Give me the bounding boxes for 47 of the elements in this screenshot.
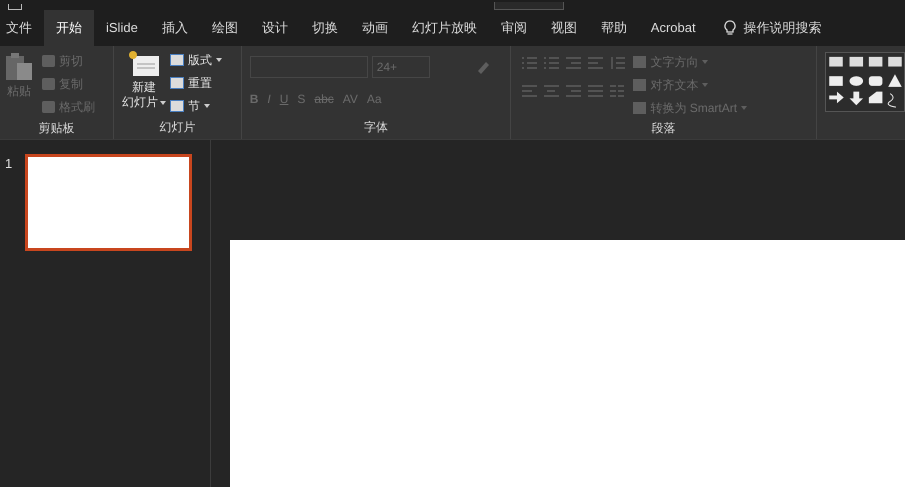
ribbon-tab[interactable]: 切换: [300, 10, 350, 46]
group-label: 段落: [652, 120, 676, 137]
clipboard-icon: [4, 52, 34, 82]
justify-icon[interactable]: [587, 84, 604, 98]
ribbon-tab[interactable]: 动画: [350, 10, 400, 46]
ribbon-tab[interactable]: 视图: [538, 10, 589, 46]
ribbon-tab[interactable]: 审阅: [488, 10, 539, 46]
caret-icon: [741, 106, 748, 110]
group-label: 幻灯片: [159, 119, 196, 136]
layout-icon: [170, 76, 184, 88]
group-label: 字体: [364, 119, 388, 136]
ribbon-tab[interactable]: 开始: [44, 10, 94, 46]
search-label[interactable]: 操作说明搜索: [744, 18, 822, 38]
bullet-list-icon[interactable]: [521, 56, 538, 70]
slide-tool-item[interactable]: 节: [170, 96, 222, 115]
caret-icon: [702, 60, 708, 64]
ribbon-tab[interactable]: Acrobat: [638, 10, 708, 46]
align-left-icon[interactable]: [521, 84, 538, 98]
shapes-gallery-drawing[interactable]: [825, 52, 905, 112]
ribbon-tab[interactable]: 幻灯片放映: [400, 10, 489, 46]
slide-number: 1: [5, 155, 12, 173]
ribbon-tab[interactable]: 设计: [250, 10, 300, 46]
ribbon-tab[interactable]: 插入: [150, 10, 200, 46]
ribbon-tab[interactable]: iSlide: [94, 10, 150, 46]
caret-icon: [204, 104, 210, 108]
indent-icon[interactable]: [565, 56, 582, 70]
align-center-icon[interactable]: [543, 84, 560, 98]
ribbon-tab[interactable]: 帮助: [588, 10, 639, 46]
indent-icon[interactable]: [587, 56, 604, 70]
caret-icon: [160, 100, 166, 104]
ribbon-tab[interactable]: 绘图: [200, 10, 250, 46]
lightbulb-icon: [724, 20, 736, 36]
slide-tool-item[interactable]: 版式: [170, 50, 222, 69]
slide-thumbnail[interactable]: [25, 154, 192, 251]
ribbon-tab[interactable]: 文件: [0, 10, 44, 46]
layout-icon: [170, 54, 184, 66]
columns-icon[interactable]: [609, 84, 626, 98]
numbered-list-icon[interactable]: [543, 56, 560, 70]
caret-icon: [216, 58, 222, 62]
caret-icon: [702, 82, 708, 86]
layout-icon: [170, 100, 184, 112]
align-right-icon[interactable]: [565, 84, 582, 98]
new-slide-button[interactable]: 新建 幻灯片: [122, 50, 166, 115]
line-spacing-icon[interactable]: [609, 56, 626, 70]
quick-access-field[interactable]: [494, 2, 564, 10]
group-label: 剪贴板: [38, 120, 74, 136]
slide-tool-item[interactable]: 重置: [170, 73, 222, 92]
